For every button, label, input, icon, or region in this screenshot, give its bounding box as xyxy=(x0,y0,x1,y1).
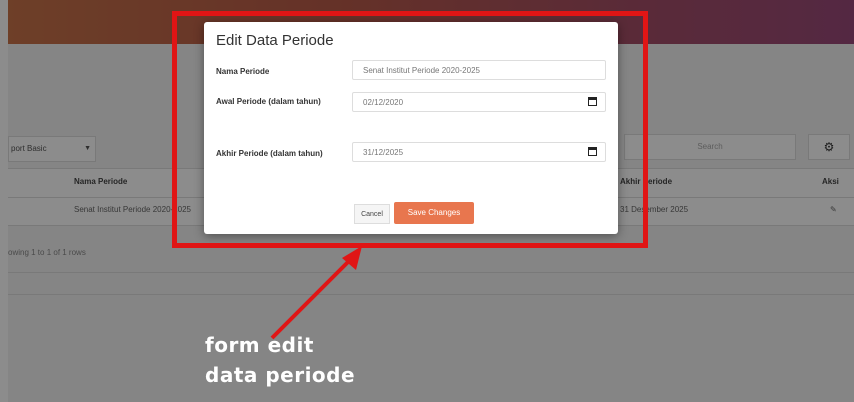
caption-line-1: form edit xyxy=(205,333,314,357)
annotation-arrow xyxy=(270,246,362,340)
caption-line-2: data periode xyxy=(205,363,356,387)
annotation-caption: form edit data periode xyxy=(205,330,355,390)
